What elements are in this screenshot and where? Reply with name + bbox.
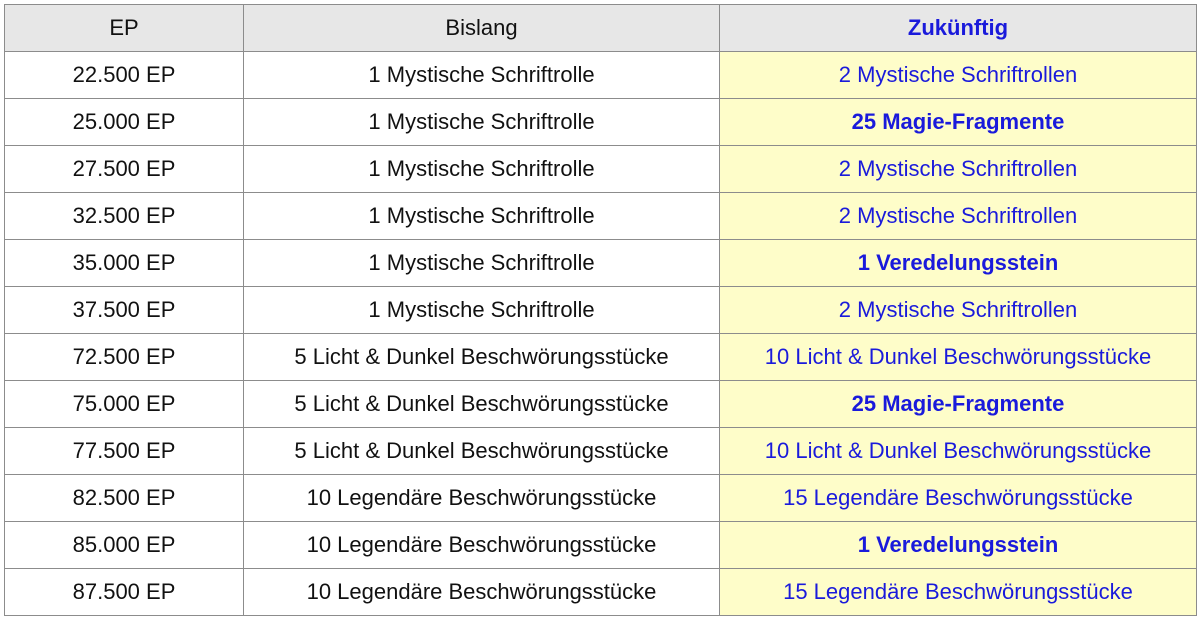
cell-future-reward: 2 Mystische Schriftrollen [719, 145, 1197, 193]
reward-comparison-table: EP Bislang Zukünftig 22.500 EP 1 Mystisch… [4, 4, 1197, 616]
table-row: 37.500 EP 1 Mystische Schriftrolle 2 Mysti… [4, 286, 1197, 334]
cell-current-reward: 10 Legendäre Beschwörungsstücke [243, 521, 720, 569]
cell-current-reward: 1 Mystische Schriftrolle [243, 239, 720, 287]
table-row: 25.000 EP 1 Mystische Schriftrolle 25 Magi… [4, 98, 1197, 146]
column-header-future: Zukünftig [719, 4, 1197, 52]
cell-current-reward: 10 Legendäre Beschwörungsstücke [243, 474, 720, 522]
cell-current-reward: 1 Mystische Schriftrolle [243, 192, 720, 240]
cell-future-reward: 1 Veredelungsstein [719, 239, 1197, 287]
cell-current-reward: 1 Mystische Schriftrolle [243, 145, 720, 193]
table-row: 77.500 EP 5 Licht & Dunkel Beschwörungsst… [4, 427, 1197, 475]
cell-future-reward: 2 Mystische Schriftrollen [719, 192, 1197, 240]
cell-ep: 87.500 EP [4, 568, 244, 616]
cell-ep: 32.500 EP [4, 192, 244, 240]
table-row: 27.500 EP 1 Mystische Schriftrolle 2 Mysti… [4, 145, 1197, 193]
table-row: 72.500 EP 5 Licht & Dunkel Beschwörungsst… [4, 333, 1197, 381]
cell-ep: 35.000 EP [4, 239, 244, 287]
cell-ep: 72.500 EP [4, 333, 244, 381]
table-row: 87.500 EP 10 Legendäre Beschwörungsstücke… [4, 568, 1197, 616]
reward-comparison-table-container: EP Bislang Zukünftig 22.500 EP 1 Mystisch… [4, 4, 1197, 619]
column-header-ep: EP [4, 4, 244, 52]
cell-future-reward: 10 Licht & Dunkel Beschwörungsstücke [719, 333, 1197, 381]
cell-future-reward: 2 Mystische Schriftrollen [719, 51, 1197, 99]
cell-future-reward: 1 Veredelungsstein [719, 521, 1197, 569]
table-row: 35.000 EP 1 Mystische Schriftrolle 1 Vered… [4, 239, 1197, 287]
cell-current-reward: 5 Licht & Dunkel Beschwörungsstücke [243, 380, 720, 428]
table-header-row: EP Bislang Zukünftig [4, 4, 1197, 52]
cell-future-reward: 2 Mystische Schriftrollen [719, 286, 1197, 334]
cell-future-reward: 10 Licht & Dunkel Beschwörungsstücke [719, 427, 1197, 475]
cell-ep: 85.000 EP [4, 521, 244, 569]
cell-ep: 25.000 EP [4, 98, 244, 146]
table-row: 82.500 EP 10 Legendäre Beschwörungsstücke… [4, 474, 1197, 522]
cell-future-reward: 15 Legendäre Beschwörungsstücke [719, 474, 1197, 522]
cell-current-reward: 10 Legendäre Beschwörungsstücke [243, 568, 720, 616]
cell-current-reward: 1 Mystische Schriftrolle [243, 286, 720, 334]
column-header-current: Bislang [243, 4, 720, 52]
cell-ep: 37.500 EP [4, 286, 244, 334]
table-row: 75.000 EP 5 Licht & Dunkel Beschwörungsst… [4, 380, 1197, 428]
cell-current-reward: 1 Mystische Schriftrolle [243, 98, 720, 146]
cell-ep: 27.500 EP [4, 145, 244, 193]
cell-ep: 82.500 EP [4, 474, 244, 522]
cell-future-reward: 25 Magie-Fragmente [719, 98, 1197, 146]
cell-current-reward: 1 Mystische Schriftrolle [243, 51, 720, 99]
cell-ep: 75.000 EP [4, 380, 244, 428]
cell-current-reward: 5 Licht & Dunkel Beschwörungsstücke [243, 333, 720, 381]
cell-ep: 22.500 EP [4, 51, 244, 99]
cell-future-reward: 25 Magie-Fragmente [719, 380, 1197, 428]
cell-future-reward: 15 Legendäre Beschwörungsstücke [719, 568, 1197, 616]
cell-ep: 77.500 EP [4, 427, 244, 475]
table-row: 32.500 EP 1 Mystische Schriftrolle 2 Mysti… [4, 192, 1197, 240]
table-row: 85.000 EP 10 Legendäre Beschwörungsstücke… [4, 521, 1197, 569]
table-row: 22.500 EP 1 Mystische Schriftrolle 2 Mysti… [4, 51, 1197, 99]
cell-current-reward: 5 Licht & Dunkel Beschwörungsstücke [243, 427, 720, 475]
